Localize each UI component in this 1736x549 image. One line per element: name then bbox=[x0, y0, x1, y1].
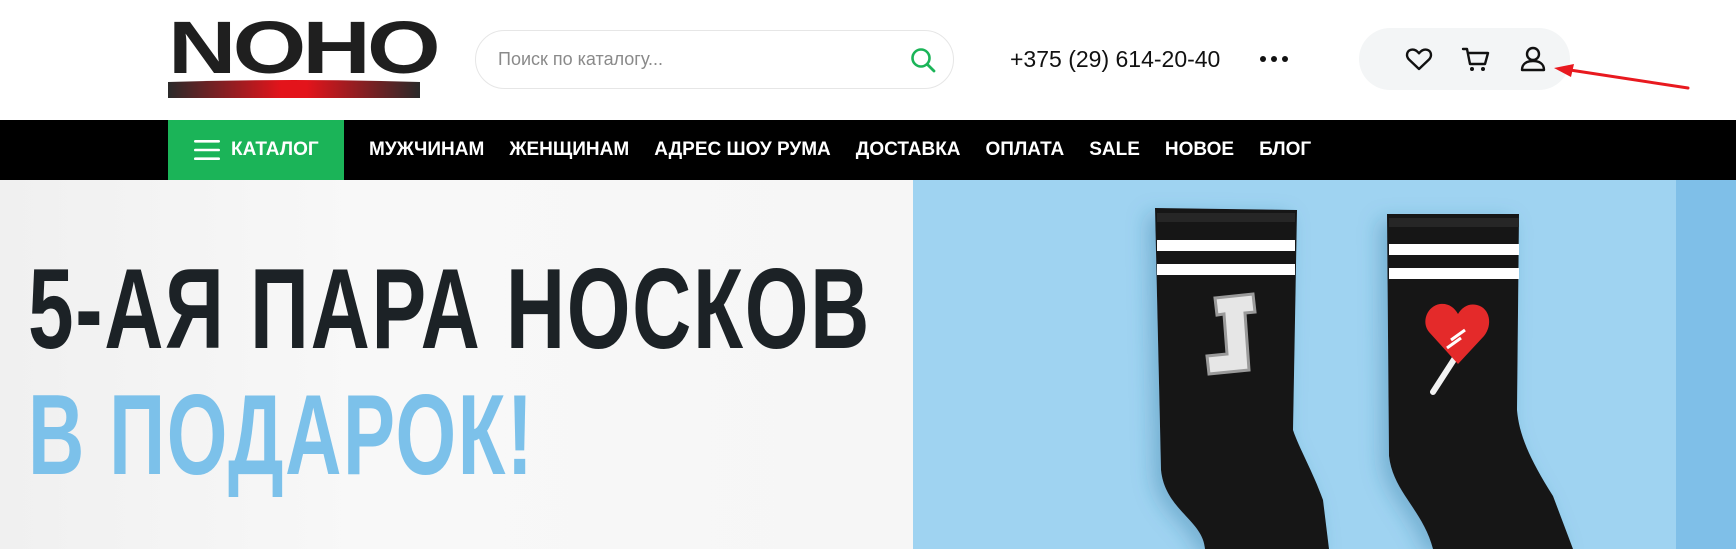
banner-text-panel: 5-АЯ ПАРА НОСКОВ В ПОДАРОК! bbox=[0, 180, 913, 549]
cart-button[interactable] bbox=[1460, 43, 1492, 75]
nav-item-sale[interactable]: SALE bbox=[1089, 120, 1140, 180]
search-box bbox=[475, 30, 954, 89]
search-icon[interactable] bbox=[909, 46, 937, 74]
nav-item-women[interactable]: ЖЕНЩИНАМ bbox=[509, 120, 629, 180]
user-icon bbox=[1520, 46, 1546, 72]
site-logo[interactable]: NOHO bbox=[168, 11, 441, 98]
nav-item-new[interactable]: НОВОЕ bbox=[1165, 120, 1234, 180]
promo-banner[interactable]: 5-АЯ ПАРА НОСКОВ В ПОДАРОК! bbox=[0, 180, 1736, 549]
nav-item-men[interactable]: МУЖЧИНАМ bbox=[369, 120, 484, 180]
banner-headline: 5-АЯ ПАРА НОСКОВ bbox=[28, 245, 871, 373]
favorites-button[interactable] bbox=[1403, 43, 1435, 75]
catalog-button[interactable]: КАТАЛОГ bbox=[168, 120, 344, 180]
main-nav: КАТАЛОГ МУЖЧИНАМ ЖЕНЩИНАМ АДРЕС ШОУ РУМА… bbox=[0, 120, 1736, 180]
logo-wordmark: NOHO bbox=[168, 6, 441, 89]
heart-icon bbox=[1405, 48, 1433, 71]
nav-menu: МУЖЧИНАМ ЖЕНЩИНАМ АДРЕС ШОУ РУМА ДОСТАВК… bbox=[369, 120, 1311, 180]
header-actions bbox=[1359, 28, 1570, 90]
nav-item-payment[interactable]: ОПЛАТА bbox=[986, 120, 1065, 180]
annotation-arrow bbox=[1554, 64, 1690, 90]
nav-item-showroom[interactable]: АДРЕС ШОУ РУМА bbox=[654, 120, 831, 180]
phone-number[interactable]: +375 (29) 614-20-40 bbox=[1010, 42, 1220, 76]
search-input[interactable] bbox=[498, 31, 878, 88]
banner-subheadline: В ПОДАРОК! bbox=[28, 371, 535, 499]
cart-icon bbox=[1461, 47, 1490, 71]
banner-image-panel bbox=[913, 180, 1736, 549]
more-icon[interactable] bbox=[1258, 48, 1290, 70]
nav-item-delivery[interactable]: ДОСТАВКА bbox=[856, 120, 961, 180]
site-header: NOHO +375 (29) 614-20-40 bbox=[0, 0, 1736, 120]
menu-icon bbox=[194, 140, 220, 160]
logo-underline-graphic bbox=[168, 80, 420, 98]
catalog-label: КАТАЛОГ bbox=[231, 139, 319, 160]
account-button[interactable] bbox=[1517, 43, 1549, 75]
socks-image bbox=[1155, 208, 1573, 549]
nav-item-blog[interactable]: БЛОГ bbox=[1259, 120, 1311, 180]
